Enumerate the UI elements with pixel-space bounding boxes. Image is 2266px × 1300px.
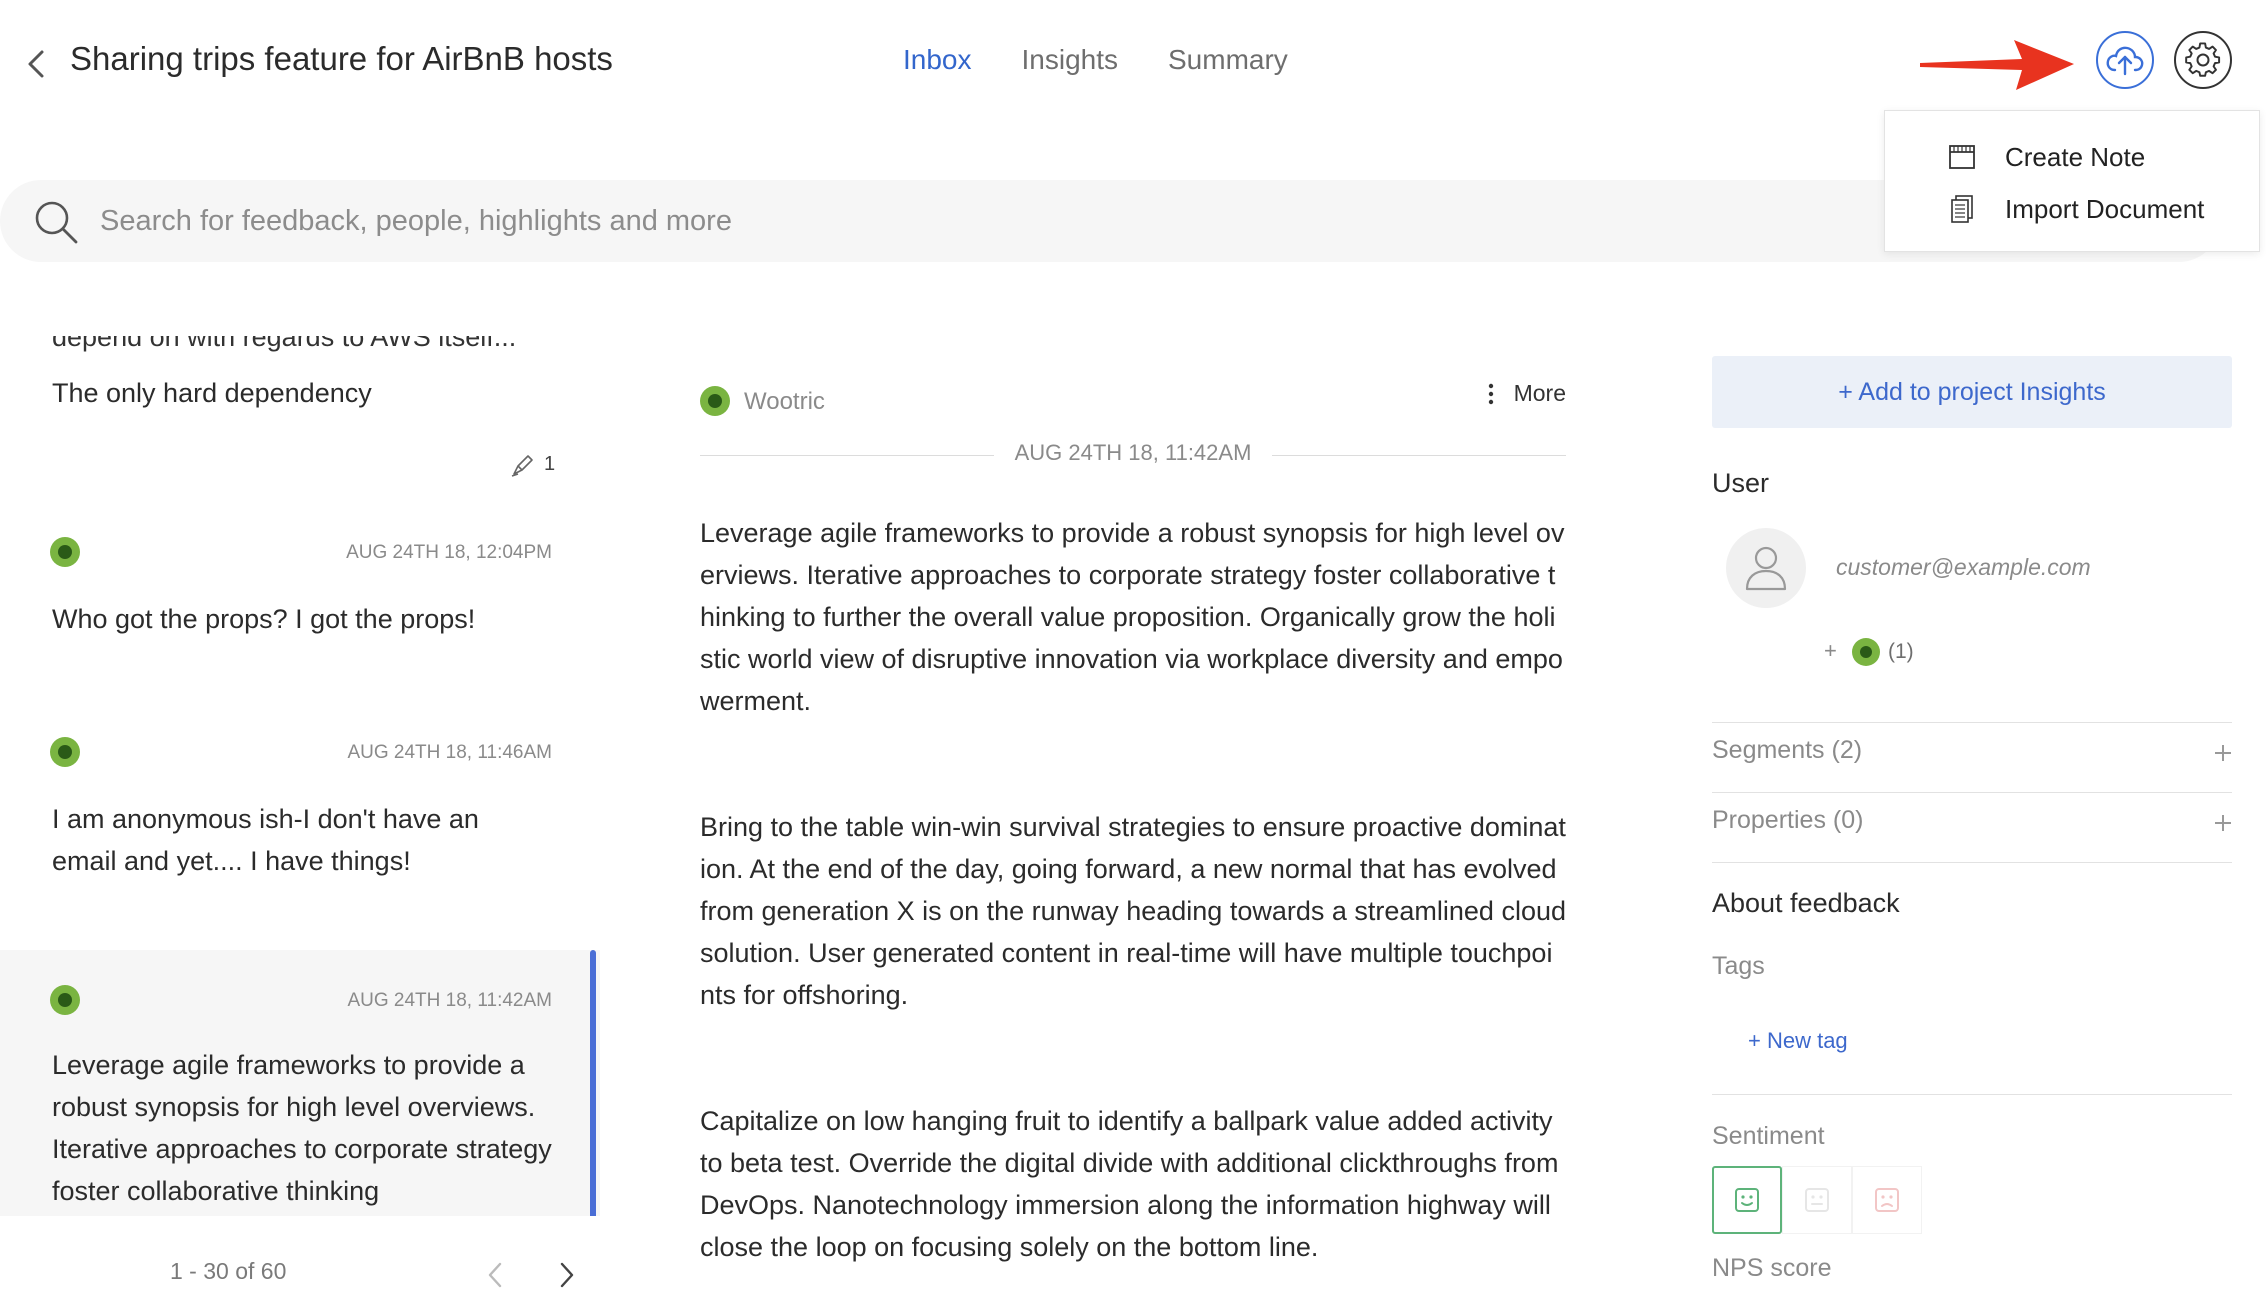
list-item-text: Who got the props? I got the props!: [52, 604, 476, 634]
avatar: [1726, 528, 1806, 608]
page-title: Sharing trips feature for AirBnB hosts: [70, 40, 613, 77]
note-icon: [1949, 145, 1975, 169]
list-item-text[interactable]: The only hard dependency: [52, 378, 372, 409]
segments-label: Segments (2): [1712, 736, 1863, 764]
add-to-insights-button[interactable]: + Add to project Insights: [1712, 356, 2232, 428]
plus-icon: [2215, 745, 2231, 761]
tab-summary[interactable]: Summary: [1168, 44, 1288, 76]
wootric-source-icon: [50, 737, 80, 767]
highlight-count: 1: [544, 453, 556, 475]
properties-label: Properties (0): [1712, 806, 1864, 834]
cloud-upload-icon: [2106, 46, 2144, 76]
list-item[interactable]: AUG 24TH 18, 12:04PM Who got the props? …: [0, 516, 600, 686]
about-feedback-heading: About feedback: [1712, 888, 1900, 918]
feedback-paragraph: Bring to the table win-win survival stra…: [700, 812, 1566, 1010]
user-source-count: (1): [1888, 640, 1914, 663]
list-item-date: AUG 24TH 18, 12:04PM: [346, 542, 552, 563]
list-item-selected[interactable]: AUG 24TH 18, 11:42AM Leverage agile fram…: [0, 950, 600, 1216]
feedback-detail: Wootric More AUG 24TH 18, 11:42AM Levera…: [700, 336, 1566, 1300]
list-item[interactable]: AUG 24TH 18, 11:46AM I am anonymous ish-…: [0, 716, 600, 926]
list-item-date: AUG 24TH 18, 11:42AM: [347, 990, 552, 1011]
upload-button[interactable]: [2096, 31, 2154, 89]
feedback-list: depend on with regards to AWS itself... …: [0, 336, 600, 1216]
tab-inbox[interactable]: Inbox: [903, 44, 972, 76]
tab-bar: Inbox Insights Summary: [903, 44, 1288, 76]
user-heading: User: [1712, 468, 1770, 498]
frown-face-icon: [1875, 1188, 1899, 1212]
divider: [1712, 862, 2232, 863]
sentiment-negative-button[interactable]: [1852, 1166, 1922, 1234]
sentiment-label: Sentiment: [1712, 1122, 1825, 1150]
chevron-left-icon[interactable]: [484, 1260, 506, 1290]
properties-expander[interactable]: Properties (0): [1712, 792, 2232, 852]
sentiment-neutral-button[interactable]: [1782, 1166, 1852, 1234]
chevron-right-icon[interactable]: [556, 1260, 578, 1290]
vertical-dots-icon: [1488, 383, 1493, 404]
user-email[interactable]: customer@example.com: [1836, 554, 2091, 581]
new-tag-button[interactable]: + New tag: [1748, 1028, 1848, 1054]
wootric-source-icon: [700, 386, 730, 416]
list-item-text: I am anonymous ish-I don't have an email…: [52, 804, 479, 876]
wootric-source-icon: [50, 985, 80, 1015]
more-label: More: [1513, 380, 1566, 406]
list-item-text-partial: depend on with regards to AWS itself...: [52, 336, 517, 352]
search-icon: [35, 201, 78, 244]
wootric-source-icon: [1852, 638, 1880, 666]
feedback-paragraph: Capitalize on low hanging fruit to ident…: [700, 1106, 1559, 1262]
smile-face-icon: [1735, 1188, 1759, 1212]
gear-icon: [2185, 42, 2221, 77]
source-name: Wootric: [744, 388, 825, 415]
sentiment-positive-button[interactable]: [1712, 1166, 1782, 1234]
back-chevron-icon[interactable]: [22, 44, 50, 84]
tags-label: Tags: [1712, 952, 1765, 980]
annotation-arrow-icon: [1920, 40, 2074, 90]
menu-item-create-note[interactable]: Create Note: [1947, 141, 2145, 173]
nps-score-label: NPS score: [1712, 1254, 1832, 1282]
highlighter-icon: [511, 455, 533, 477]
search-input[interactable]: [100, 192, 1800, 250]
feedback-date: AUG 24TH 18, 11:42AM: [1014, 440, 1252, 465]
feedback-paragraph: Leverage agile frameworks to provide a r…: [700, 518, 1565, 716]
selection-indicator: [590, 950, 596, 1216]
pagination: 1 - 30 of 60: [0, 1216, 600, 1300]
list-item-date: AUG 24TH 18, 11:46AM: [347, 742, 552, 763]
divider: [1712, 1094, 2232, 1095]
neutral-face-icon: [1805, 1188, 1829, 1212]
menu-item-import-document[interactable]: Import Document: [1947, 193, 2204, 225]
settings-button[interactable]: [2174, 31, 2232, 89]
wootric-source-icon: [50, 537, 80, 567]
add-source-button[interactable]: +: [1824, 638, 1837, 664]
menu-item-label: Create Note: [2005, 141, 2146, 172]
list-item-text: Leverage agile frameworks to provide a r…: [52, 1050, 552, 1206]
more-button[interactable]: More: [1486, 380, 1566, 407]
plus-icon: [2215, 815, 2231, 831]
page-count: 1 - 30 of 60: [170, 1258, 287, 1284]
date-divider: AUG 24TH 18, 11:42AM: [700, 440, 1566, 470]
menu-item-label: Import Document: [2005, 193, 2205, 224]
user-avatar-icon: [1745, 546, 1787, 591]
feedback-sidebar: + Add to project Insights User customer@…: [1712, 356, 2232, 1300]
document-icon: [1951, 195, 1973, 223]
tab-insights[interactable]: Insights: [1022, 44, 1119, 76]
create-dropdown-menu: Create Note Import Document: [1884, 110, 2260, 252]
segments-expander[interactable]: Segments (2): [1712, 722, 2232, 782]
